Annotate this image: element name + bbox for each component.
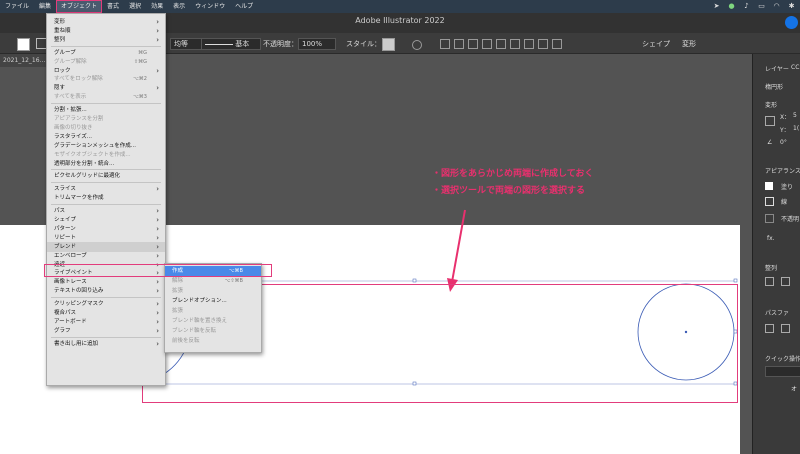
menu-item[interactable]: 書き出し用に追加 › — [47, 339, 165, 349]
menu-item[interactable]: グラフ › — [47, 326, 165, 336]
menu-item[interactable]: テキストの回り込み › — [47, 286, 165, 296]
angle-icon: ∠ — [767, 139, 773, 146]
right-panel: レイヤー CC 楕円形 変形 X： 5 Y： 1( ∠ 0° アピアランス 塗り… — [752, 54, 800, 454]
chevron-right-icon: › — [156, 339, 159, 348]
x-value[interactable]: 5 — [793, 112, 797, 119]
transform-heading: 変形 — [765, 102, 778, 109]
cc-tab[interactable]: CC — [791, 64, 799, 71]
menu-item-label: 透明部分を分割・統合... — [54, 160, 115, 167]
menu-item-label: 拡張 — [172, 288, 184, 294]
stroke-label: 線 — [781, 199, 788, 206]
menu-item-label: ピクセルグリッドに最適化 — [54, 173, 121, 180]
quick-action-button[interactable]: オ — [791, 384, 797, 393]
angle-value[interactable]: 0° — [780, 139, 787, 146]
menu-item: すべてを表示 ⌥⌘3 — [47, 92, 165, 102]
menu-item-label: テキストの回り込み — [54, 288, 104, 295]
menu-item-label: すべてを表示 — [54, 94, 87, 101]
menu-separator — [51, 297, 161, 299]
fx-button[interactable]: fx. — [767, 235, 775, 242]
menu-item-label: 整列 — [54, 36, 66, 43]
appearance-heading: アピアランス — [765, 168, 800, 175]
menu-item-shortcut: ⌥⇧⌘B — [224, 278, 243, 284]
menu-item-label: グラフ — [54, 327, 71, 334]
menu-item-label: 書き出し用に追加 — [54, 340, 99, 347]
menu-separator — [51, 45, 161, 47]
menu-item-label: 拡張 — [172, 308, 184, 314]
chevron-right-icon: › — [156, 326, 159, 335]
annotation-line-1: ・図形をあらかじめ両端に作成しておく — [432, 169, 594, 179]
chevron-right-icon: › — [156, 287, 159, 296]
menu-item[interactable]: 透明部分を分割・統合... — [47, 159, 165, 169]
menu-item-label: ブレンド軸を反転 — [172, 328, 217, 334]
opacity-swatch-panel[interactable] — [765, 214, 774, 223]
menu-separator — [51, 103, 161, 105]
menu-item: 拡張 — [165, 286, 261, 296]
pathfinder-heading: パスファ — [765, 310, 790, 317]
annotation-arrow-line — [451, 209, 466, 283]
menu-item-label: ブレンド軸を置き換え — [172, 318, 228, 324]
unite-icon[interactable] — [765, 324, 774, 333]
handle-top-center — [412, 278, 417, 283]
menu-item: 拡張 — [165, 306, 261, 316]
layers-tab[interactable]: レイヤー — [765, 64, 789, 73]
menu-item[interactable]: 整列 › — [47, 35, 165, 45]
fill-swatch-panel[interactable] — [765, 182, 773, 190]
y-value[interactable]: 1( — [793, 125, 799, 132]
menu-item-shortcut: ⌥⌘3 — [133, 94, 147, 101]
chevron-right-icon: › — [156, 35, 159, 44]
menu-item: ブレンド軸を反転 — [165, 326, 261, 336]
menu-separator — [51, 182, 161, 184]
menu-item: 解除 ⌥⇧⌘B — [165, 276, 261, 286]
menu-item[interactable]: ピクセルグリッドに最適化 — [47, 171, 165, 181]
menu-item: ブレンド軸を置き換え — [165, 316, 261, 326]
annotation-line-2: ・選択ツールで両端の図形を選択する — [432, 186, 586, 196]
stroke-swatch-panel[interactable] — [765, 197, 774, 206]
object-menu: 変形 › 重ね順 › 整列 › グループ ⌘G グループ解除 ⇧⌘G ロック › すべてをロック解除 ⌥⌘… — [46, 13, 166, 386]
menu-separator — [51, 204, 161, 206]
fill-label: 塗り — [781, 184, 794, 191]
x-label: X： — [780, 114, 791, 121]
menu-item[interactable]: トリムマークを作成 — [47, 193, 165, 203]
menu-item: 前後を反転 — [165, 336, 261, 346]
menu-item-label: 解除 — [172, 278, 184, 284]
minus-front-icon[interactable] — [781, 324, 790, 333]
menu-item-label: 前後を反転 — [172, 338, 200, 344]
y-label: Y： — [780, 127, 790, 134]
blend-item-highlight-box — [44, 264, 272, 277]
menu-separator — [51, 169, 161, 171]
quick-actions-heading: クイック操作 — [765, 356, 800, 363]
menu-separator — [51, 336, 161, 338]
menu-item[interactable]: ブレンドオプション... — [165, 296, 261, 306]
shape-name: 楕円形 — [765, 84, 784, 91]
opacity-label-panel: 不透明 — [781, 216, 800, 223]
quick-action-field[interactable] — [765, 366, 800, 377]
align-left-panel-icon[interactable] — [765, 277, 774, 286]
align-center-panel-icon[interactable] — [781, 277, 790, 286]
align-heading: 整列 — [765, 265, 778, 272]
menu-item-label: ブレンドオプション... — [172, 298, 227, 304]
menu-item-label: トリムマークを作成 — [54, 195, 104, 202]
reference-point-icon[interactable] — [765, 116, 775, 126]
handle-top-right — [733, 278, 738, 283]
